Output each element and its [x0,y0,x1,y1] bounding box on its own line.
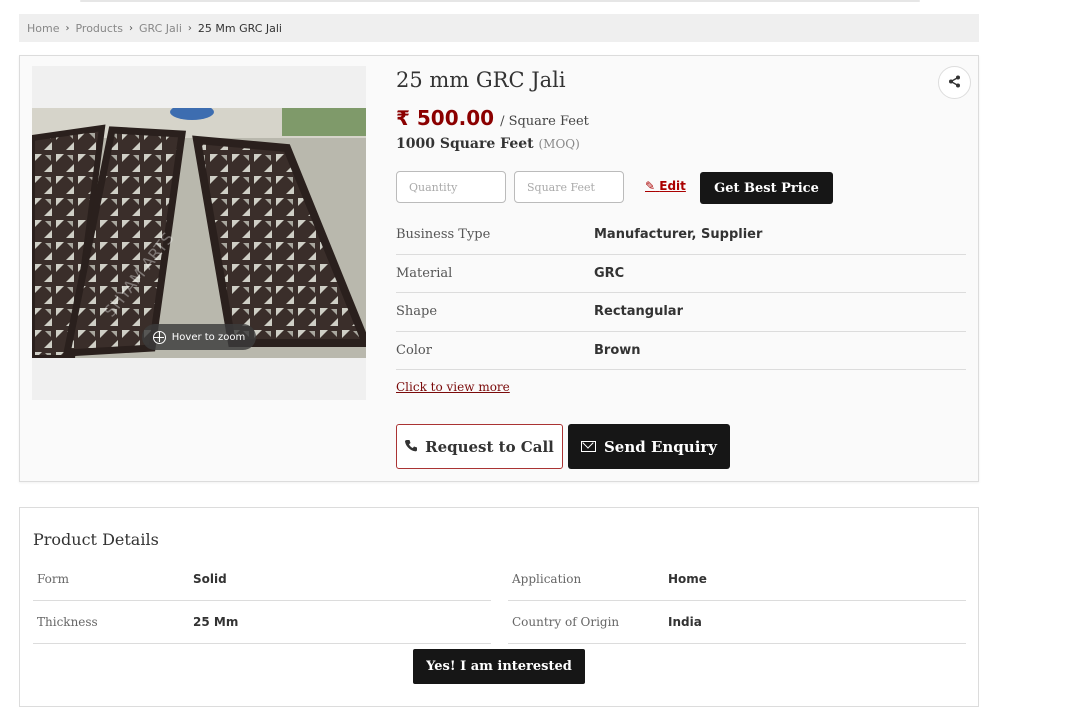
moq-value: 1000 Square Feet [396,136,534,152]
yes-interested-button[interactable]: Yes! I am interested [413,649,585,684]
spec-value: Manufacturer, Supplier [594,227,763,243]
view-more-link[interactable]: Click to view more [396,380,510,394]
table-row: Application Home [508,558,966,601]
spec-label: Shape [396,304,438,320]
product-image-container[interactable]: SHYAM ARTS Hover to zoom [32,66,366,400]
table-row: Form Solid [33,558,491,601]
envelope-icon [580,441,596,452]
share-button[interactable] [938,66,971,99]
chevron-right-icon: › [65,22,70,34]
send-enquiry-label: Send Enquiry [603,437,718,456]
edit-link[interactable]: ✎ Edit [645,179,686,193]
zoom-icon [152,330,166,344]
detail-value: India [668,615,702,629]
unit-input[interactable] [514,171,624,203]
quantity-input[interactable] [396,171,506,203]
spec-label: Material [396,265,453,281]
table-row: Business Type Manufacturer, Supplier [396,216,966,255]
moq: 1000 Square Feet (MOQ) [396,136,580,152]
detail-value: Home [668,572,707,586]
table-row: Thickness 25 Mm [33,601,491,644]
breadcrumb: Home › Products › GRC Jali › 25 Mm GRC J… [19,14,979,42]
spec-value: GRC [594,265,625,281]
table-row: Material GRC [396,255,966,293]
detail-label: Country of Origin [512,615,620,629]
zoom-hint-label: Hover to zoom [171,331,246,343]
breadcrumb-current: 25 Mm GRC Jali [197,21,282,35]
chevron-right-icon: › [128,22,133,34]
product-title: 25 mm GRC Jali [396,68,566,92]
specs-table: Business Type Manufacturer, Supplier Mat… [396,216,966,370]
edit-icon: ✎ [645,179,656,193]
spec-value: Brown [594,342,641,358]
request-to-call-label: Request to Call [425,437,554,456]
price-amount: ₹ 500.00 [396,106,495,130]
product-card: SHYAM ARTS Hover to zoom 25 mm GRC Jali … [19,55,979,482]
get-best-price-button[interactable]: Get Best Price [700,172,833,204]
details-right-column: Application Home Country of Origin India [508,558,966,644]
spec-label: Business Type [396,227,491,243]
product-image[interactable]: SHYAM ARTS [32,108,366,358]
detail-value: Solid [193,572,227,586]
chevron-right-icon: › [187,22,192,34]
moq-label: (MOQ) [538,137,580,151]
send-enquiry-button[interactable]: Send Enquiry [568,424,730,469]
phone-icon [405,438,418,456]
detail-label: Application [512,572,582,586]
price-block: ₹ 500.00 / Square Feet [396,106,589,130]
breadcrumb-products-link[interactable]: Products [75,22,123,35]
details-left-column: Form Solid Thickness 25 Mm [33,558,491,644]
detail-label: Form [37,572,70,586]
top-divider [80,0,920,2]
table-row: Shape Rectangular [396,293,966,332]
breadcrumb-home-link[interactable]: Home [27,22,59,35]
request-to-call-button[interactable]: Request to Call [396,424,563,469]
edit-label: Edit [659,179,686,193]
share-icon [948,75,961,91]
product-details-section: Product Details Form Solid Thickness 25 … [19,507,979,707]
table-row: Color Brown [396,332,966,370]
breadcrumb-grc-jali-link[interactable]: GRC Jali [139,22,182,35]
price-unit: / Square Feet [500,114,589,129]
spec-value: Rectangular [594,304,683,320]
spec-label: Color [396,342,432,358]
detail-label: Thickness [37,615,98,629]
hover-to-zoom-hint: Hover to zoom [142,324,256,350]
table-row: Country of Origin India [508,601,966,644]
product-details-heading: Product Details [33,530,159,549]
detail-value: 25 Mm [193,615,239,629]
